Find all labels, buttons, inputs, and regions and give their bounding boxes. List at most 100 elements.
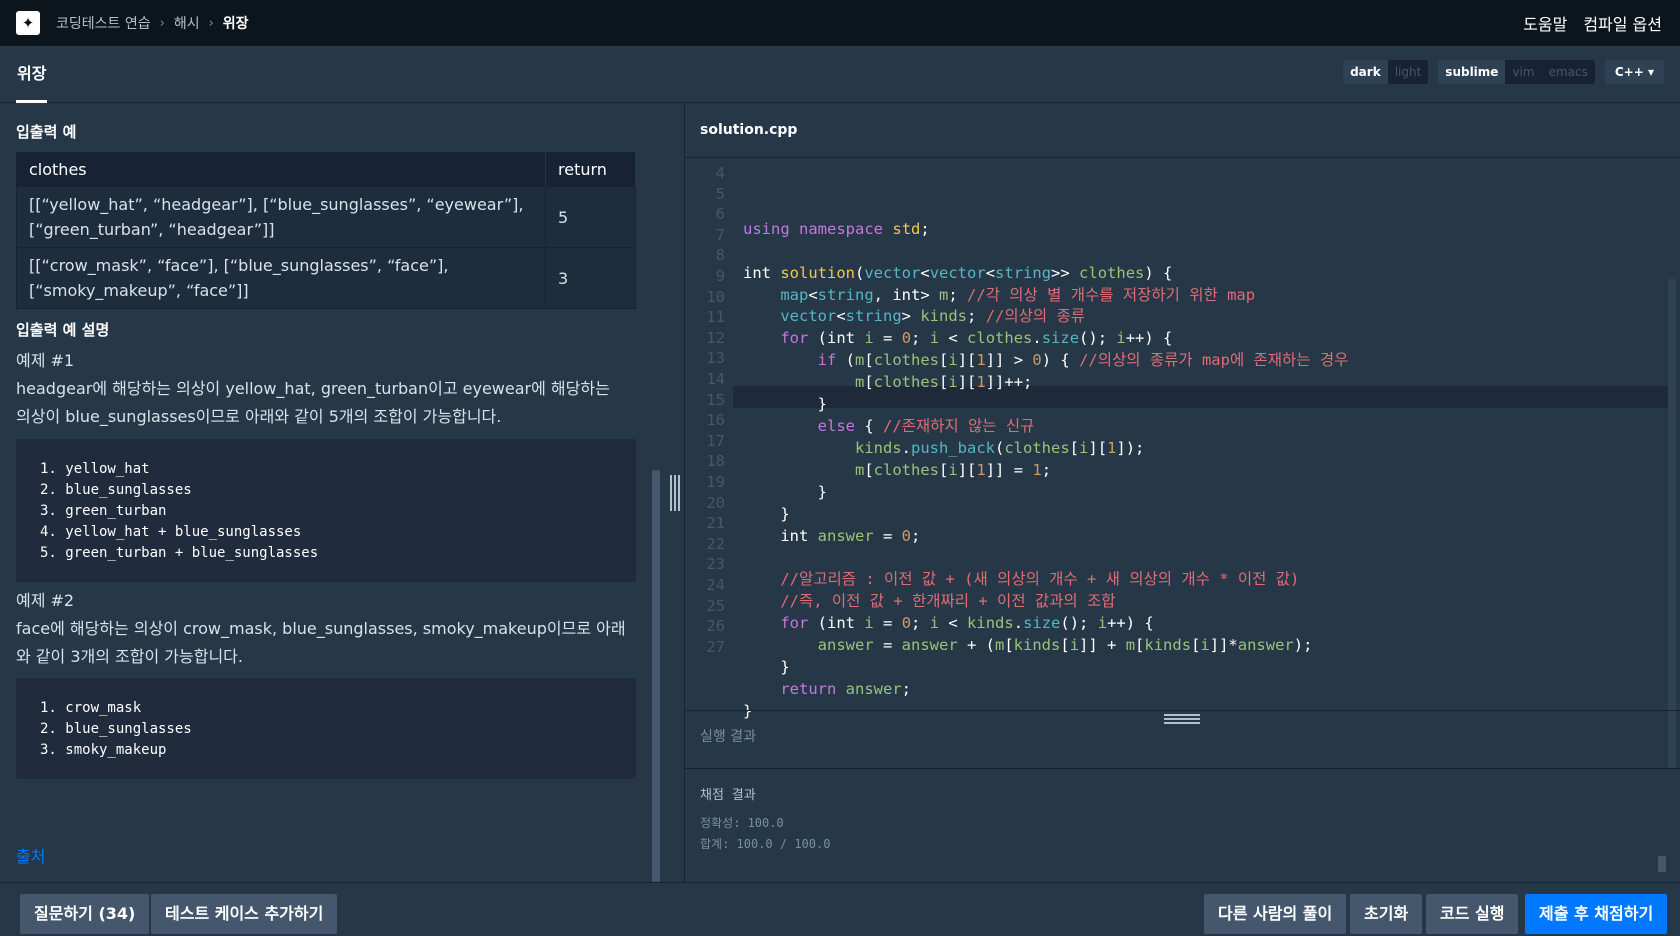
reset-button[interactable]: 초기화	[1350, 894, 1423, 934]
result-scrollbar[interactable]	[1658, 856, 1666, 872]
line-number: 20	[706, 493, 725, 512]
line-number: 21	[706, 514, 725, 533]
code-line: kinds.push_back(clothes[i][1]);	[854, 438, 1145, 457]
code-line: for (int i = 0; i < kinds.size(); i++) {	[780, 614, 1154, 633]
line-number: 19	[706, 473, 725, 491]
table-cell-clothes: [[“crow_mask”, “face”], [“blue_sunglasse…	[16, 247, 546, 309]
ask-question-button[interactable]: 질문하기 (34)	[20, 894, 150, 934]
line-number: 4	[715, 164, 725, 182]
theme-toggle: dark light	[1343, 60, 1429, 84]
help-link[interactable]: 도움말	[1523, 11, 1567, 35]
list-item: 5. green_turban + blue_sunglasses	[40, 545, 319, 561]
line-number: 25	[706, 596, 725, 615]
theme-light-option[interactable]: light	[1388, 60, 1429, 84]
example-2-codeblock: 1. crow_mask 2. blue_sunglasses 3. smoky…	[16, 678, 636, 779]
list-item: 3. green_turban	[40, 503, 167, 519]
code-line: }	[743, 657, 790, 676]
table-row: [[“yellow_hat”, “headgear”], [“blue_sung…	[16, 186, 636, 248]
table-header-return: return	[545, 152, 636, 187]
language-label: C++	[1614, 65, 1644, 79]
list-item: 2. blue_sunglasses	[40, 482, 192, 498]
line-number: 24	[706, 576, 725, 594]
editor-pane: solution.cpp 4 5 6 7 8 9 10 11 12 13 14 15 16 17 18 19 2…	[685, 103, 1680, 882]
run-code-button[interactable]: 코드 실행	[1426, 894, 1519, 934]
code-line: }	[743, 395, 827, 414]
theme-dark-option[interactable]: dark	[1343, 60, 1388, 84]
table-header-clothes: clothes	[16, 152, 546, 187]
list-item: 3. smoky_makeup	[40, 742, 167, 758]
breadcrumb-item-hash[interactable]: 해시	[174, 13, 200, 33]
others-solutions-button[interactable]: 다른 사람의 풀이	[1204, 894, 1347, 934]
line-number: 15	[706, 390, 725, 409]
code-content[interactable]: using namespace std; int solution(vector…	[743, 175, 1348, 745]
problem-description-pane: 입출력 예 clothes return [[“yellow_hat”, “he…	[0, 103, 684, 882]
line-number: 12	[706, 328, 725, 347]
code-line: int solution(vector<vector<string>> clot…	[743, 263, 1173, 282]
io-example-table: clothes return [[“yellow_hat”, “headgear…	[16, 152, 636, 309]
total-score: 합계: 100.0 / 100.0	[700, 837, 831, 851]
keymap-sublime-option[interactable]: sublime	[1438, 60, 1506, 84]
list-item: 1. yellow_hat	[40, 461, 150, 477]
breadcrumb-current: 위장	[222, 16, 249, 32]
line-number: 18	[706, 452, 725, 471]
table-cell-return: 3	[545, 247, 636, 309]
file-tab[interactable]: solution.cpp	[685, 103, 1680, 158]
code-line: }	[743, 504, 790, 523]
code-line: vector<string> kinds; //의상의 종류	[780, 307, 1085, 326]
chevron-right-icon: ›	[159, 15, 165, 31]
line-number: 23	[706, 555, 725, 574]
add-test-case-button[interactable]: 테스트 케이스 추가하기	[151, 894, 338, 934]
line-number: 5	[715, 184, 725, 203]
keymap-emacs-option[interactable]: emacs	[1542, 60, 1595, 84]
description-scrollbar[interactable]	[652, 470, 660, 882]
code-line: }	[743, 482, 827, 501]
line-number: 14	[706, 370, 725, 388]
code-line: map<string, int> m; //각 의상 별 개수를 저장하기 위한…	[780, 285, 1256, 304]
vertical-resize-handle[interactable]	[670, 475, 680, 511]
line-number: 16	[706, 411, 725, 430]
chevron-right-icon: ›	[208, 15, 214, 31]
code-line: //알고리즘 : 이전 값 + (새 의상의 개수 + 새 의상의 개수 * 이…	[780, 570, 1300, 589]
io-explain-heading: 입출력 예 설명	[16, 321, 110, 339]
line-number: 8	[715, 246, 725, 265]
problem-title-bar: 위장 dark light sublime vim emacs C++ ▾	[0, 46, 1680, 103]
line-number: 7	[715, 225, 725, 244]
line-number: 6	[715, 205, 725, 224]
source-link[interactable]: 출처	[16, 843, 45, 867]
code-line: //즉, 이전 값 + 한개짜리 + 이전 값과의 조합	[780, 592, 1116, 611]
submit-button[interactable]: 제출 후 채점하기	[1525, 894, 1668, 934]
code-line: using namespace std;	[743, 219, 930, 238]
code-line: int answer = 0;	[780, 526, 921, 545]
result-panel: 채점 결과 정확성: 100.0 합계: 100.0 / 100.0	[685, 770, 1680, 882]
code-line: else { //존재하지 않는 신규	[817, 416, 1035, 435]
line-number: 22	[706, 534, 725, 553]
example-2-title: 예제 #2	[16, 591, 75, 610]
line-number: 13	[706, 349, 725, 368]
accuracy-score: 정확성: 100.0	[700, 816, 784, 830]
code-line: if (m[clothes[i][1]] > 0) { //의상의 종류가 ma…	[817, 351, 1349, 370]
code-line: return answer;	[780, 679, 912, 698]
caret-down-icon: ▾	[1647, 65, 1654, 79]
list-item: 1. crow_mask	[40, 700, 142, 716]
line-number: 26	[706, 617, 725, 636]
list-item: 4. yellow_hat + blue_sunglasses	[40, 524, 302, 540]
table-cell-clothes: [[“yellow_hat”, “headgear”], [“blue_sung…	[16, 186, 546, 248]
code-line: m[clothes[i][1]]++;	[854, 373, 1033, 392]
language-dropdown[interactable]: C++ ▾	[1604, 60, 1664, 84]
list-item: 2. blue_sunglasses	[40, 721, 192, 737]
tab-problem-title[interactable]: 위장	[16, 46, 48, 103]
line-number: 9	[715, 267, 725, 285]
line-number: 10	[706, 287, 725, 306]
editor-scrollbar[interactable]	[1668, 279, 1676, 769]
code-line: answer = answer + (m[kinds[i]] + m[kinds…	[817, 636, 1313, 655]
table-row: [[“crow_mask”, “face”], [“blue_sunglasse…	[16, 247, 636, 309]
result-header: 실행 결과	[685, 711, 1680, 769]
example-1-text: headgear에 해당하는 의상이 yellow_hat, green_tur…	[16, 379, 610, 426]
compile-options-link[interactable]: 컴파일 옵션	[1583, 11, 1662, 35]
breadcrumb-item-coding-test[interactable]: 코딩테스트 연습	[56, 13, 151, 33]
io-example-heading: 입출력 예	[16, 123, 77, 141]
keymap-vim-option[interactable]: vim	[1505, 60, 1541, 84]
programmers-logo-icon[interactable]: ✦	[16, 11, 40, 35]
